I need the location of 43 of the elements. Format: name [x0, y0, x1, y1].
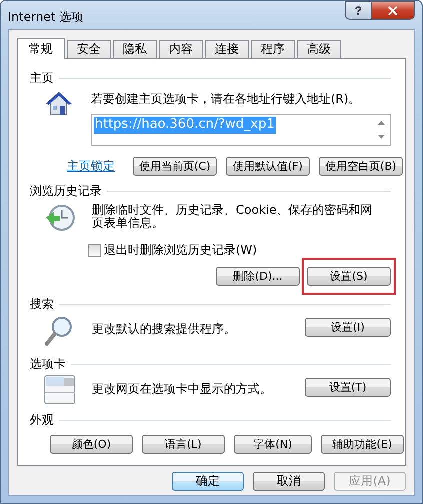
homepage-button[interactable]: 使用默认值(F)	[226, 157, 310, 176]
tab[interactable]: 常规	[17, 38, 65, 59]
appearance-button[interactable]: 辅助功能(E)	[321, 435, 404, 454]
history-description: 删除临时文件、历史记录、Cookie、保存的密码和网页表单信息。	[92, 204, 374, 230]
window-title: Internet 选项	[8, 9, 84, 26]
address-text: https://hao.360.cn/?wd_xp1	[94, 117, 276, 134]
close-button[interactable]	[371, 1, 415, 20]
clock-icon	[44, 202, 76, 234]
tab[interactable]: 程序	[251, 40, 295, 58]
tab[interactable]: 高级	[297, 40, 341, 58]
homepage-description: 若要创建主页选项卡，请在各地址行键入地址(R)。	[91, 93, 362, 106]
tab[interactable]: 内容	[159, 40, 203, 58]
dialog-button[interactable]: 取消	[253, 472, 325, 491]
scroll-down-icon	[378, 135, 385, 139]
tabs-icon	[44, 375, 76, 405]
appearance-button[interactable]: 语言(L)	[142, 435, 225, 454]
tab[interactable]: 隐私	[113, 40, 157, 58]
appearance-button[interactable]: 字体(N)	[234, 435, 312, 454]
close-icon	[386, 4, 400, 18]
history-button[interactable]: 删除(D)...	[216, 267, 300, 286]
search-description: 更改默认的搜索提供程序。	[92, 323, 237, 336]
section-heading: 外观	[30, 412, 54, 428]
homepage-lock-link[interactable]: 主页锁定	[30, 158, 115, 175]
checkbox-label: 退出时删除浏览历史记录(W)	[104, 242, 258, 259]
search-settings-button[interactable]: 设置(I)	[305, 318, 391, 337]
section-heading: 主页	[30, 70, 54, 86]
homepage-button[interactable]: 使用当前页(C)	[133, 157, 217, 176]
homepage-button[interactable]: 使用空白页(B)	[319, 157, 403, 176]
tabs-description: 更改网页在选项卡中显示的方式。	[92, 383, 273, 396]
help-button[interactable]: ?	[345, 1, 371, 20]
scroll-up-icon	[378, 121, 385, 125]
tab[interactable]: 安全	[67, 40, 111, 58]
section-heading: 搜索	[30, 296, 54, 312]
checkbox[interactable]	[88, 244, 101, 257]
tabs-settings-button[interactable]: 设置(T)	[305, 378, 391, 397]
dialog-button[interactable]: 确定	[172, 472, 244, 491]
tab[interactable]: 连接	[205, 40, 249, 58]
section-heading: 浏览历史记录	[30, 182, 102, 200]
house-icon	[44, 89, 74, 117]
section-heading: 选项卡	[30, 356, 66, 372]
appearance-button[interactable]: 颜色(O)	[50, 435, 133, 454]
search-icon	[44, 315, 74, 347]
history-button[interactable]: 设置(S)	[307, 267, 391, 286]
